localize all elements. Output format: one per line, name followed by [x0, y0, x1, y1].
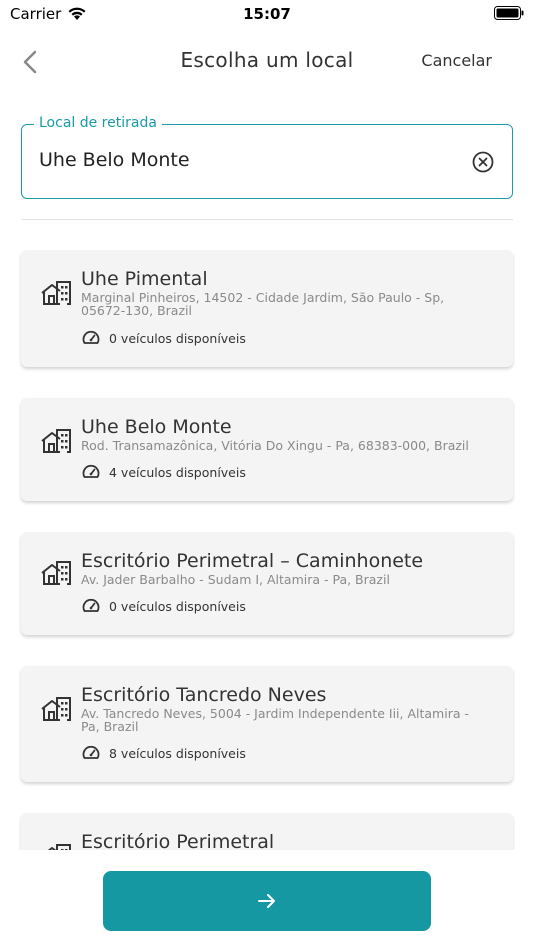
location-card[interactable]: Uhe Belo Monte Rod. Transamazônica, Vitó…	[21, 398, 513, 501]
availability-label: 4 veículos disponíveis	[109, 464, 246, 480]
availability-row: 0 veículos disponíveis	[81, 328, 246, 348]
location-address: Marginal Pinheiros, 14502 - Cidade Jardi…	[81, 290, 445, 318]
location-address: Av. Tancredo Neves, 5004 - Jardim Indepe…	[81, 706, 469, 734]
pickup-location-input[interactable]	[39, 149, 459, 171]
availability-row: 0 veículos disponíveis	[81, 596, 246, 616]
location-name: Escritório Perimetral	[81, 831, 275, 850]
location-list[interactable]: Uhe Pimental Marginal Pinheiros, 14502 -…	[0, 250, 534, 850]
location-name: Uhe Belo Monte	[81, 416, 232, 438]
location-card[interactable]: Escritório Tancredo Neves Av. Tancredo N…	[21, 666, 513, 782]
availability-row: 4 veículos disponíveis	[81, 462, 246, 482]
next-button[interactable]	[103, 871, 431, 931]
gauge-icon	[82, 598, 100, 612]
location-name: Uhe Pimental	[81, 268, 208, 290]
availability-label: 8 veículos disponíveis	[109, 745, 246, 761]
building-icon	[47, 844, 71, 850]
building-icon	[41, 281, 71, 305]
location-card[interactable]: Escritório Perimetral – Caminhonete Av. …	[21, 532, 513, 635]
clear-icon[interactable]	[471, 150, 495, 174]
battery-icon	[494, 6, 524, 20]
divider	[21, 219, 513, 220]
pickup-location-field[interactable]: Local de retirada	[21, 115, 513, 199]
location-card[interactable]: Uhe Pimental Marginal Pinheiros, 14502 -…	[21, 250, 513, 367]
gauge-icon	[82, 745, 100, 759]
navigation-bar: Escolha um local Cancelar	[0, 40, 534, 84]
location-name: Escritório Perimetral – Caminhonete	[81, 550, 424, 572]
pickup-location-label: Local de retirada	[34, 115, 162, 131]
building-icon	[41, 697, 71, 721]
availability-label: 0 veículos disponíveis	[109, 330, 246, 346]
clock: 15:07	[243, 5, 291, 23]
gauge-icon	[82, 464, 100, 478]
location-card[interactable]: Escritório Perimetral	[21, 813, 513, 850]
availability-label: 0 veículos disponíveis	[109, 598, 246, 614]
status-bar: Carrier 15:07	[0, 0, 534, 28]
location-address: Av. Jader Barbalho - Sudam I, Altamira -…	[81, 572, 390, 587]
gauge-icon	[82, 330, 100, 344]
building-icon	[41, 561, 71, 585]
availability-row: 8 veículos disponíveis	[81, 743, 246, 763]
location-name: Escritório Tancredo Neves	[81, 684, 327, 706]
arrow-right-icon	[258, 894, 275, 908]
cancel-button[interactable]: Cancelar	[421, 51, 492, 70]
building-icon	[41, 429, 71, 453]
location-address: Rod. Transamazônica, Vitória Do Xingu - …	[81, 438, 469, 453]
